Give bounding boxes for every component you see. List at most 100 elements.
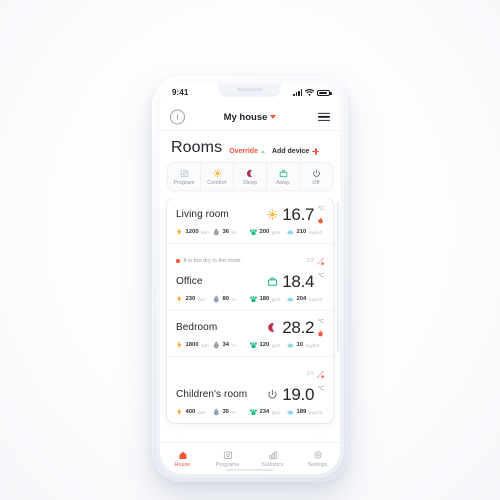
add-device-button[interactable]: Add device <box>271 148 320 155</box>
mode-program[interactable]: Program <box>168 163 201 190</box>
room-metric: 400 kwh <box>176 408 213 416</box>
metric-unit: ppm <box>271 296 281 302</box>
metric-unit: kwh <box>201 342 209 348</box>
cloud-icon <box>287 295 294 303</box>
metric-unit: mg/m3 <box>305 342 319 348</box>
screenshot-canvas: 9:41 i My house Rooms Override Add devic… <box>0 0 500 500</box>
nav-label: Statistics <box>261 462 284 469</box>
room-metric: 204 mg/m3 <box>287 295 324 303</box>
room-card[interactable]: Living room 16.7 °C 1200 kwh 36% 200 ppm 210 mg/m… <box>167 198 333 244</box>
notch <box>219 84 281 97</box>
page-title-row: Rooms Override Add device <box>160 131 340 162</box>
room-temperature-block[interactable]: 16.7 °C <box>267 206 324 223</box>
scrollbar[interactable] <box>337 202 339 352</box>
metric-unit: % <box>231 296 236 302</box>
room-name: Office <box>176 276 203 287</box>
power-icon <box>267 389 278 400</box>
warning-dot-icon <box>176 259 180 263</box>
override-button[interactable]: Override <box>229 148 265 155</box>
nav-label: Settings <box>307 462 328 469</box>
nav-label: Programs <box>215 462 240 469</box>
briefcase-icon <box>267 276 278 287</box>
alert-icon <box>317 365 324 383</box>
briefcase-icon <box>279 168 288 178</box>
metric-value: 180 <box>259 296 270 302</box>
co2-icon <box>250 408 257 416</box>
heating-flame-icon <box>318 329 323 336</box>
metric-unit: % <box>231 229 236 235</box>
mode-selector-bar: Program Comfort Sleep Away Off <box>167 162 333 191</box>
metric-unit: mg/m3 <box>308 296 323 302</box>
metric-value: 200 <box>259 229 270 235</box>
room-temperature-block[interactable]: 19.0 °C <box>267 386 324 403</box>
droplet-icon <box>213 408 220 416</box>
bolt-icon <box>176 408 183 416</box>
nav-item-statistics[interactable]: Statistics <box>250 450 295 469</box>
alert-indicator[interactable]: 1/2 <box>307 365 325 383</box>
room-name: Bedroom <box>176 322 218 333</box>
droplet-icon <box>213 341 220 349</box>
metric-unit: ppm <box>271 229 281 235</box>
metric-value: 234 <box>259 409 270 415</box>
room-card[interactable]: It is too dry in the room. 1/2 Office 18.4 °… <box>167 244 333 311</box>
room-metrics-row: 230 kwh 80% 180 ppm 204 mg/m3 <box>176 295 324 303</box>
room-header-row: Living room 16.7 °C <box>176 206 324 223</box>
metric-value: 210 <box>296 229 307 235</box>
sun-icon <box>212 168 222 178</box>
room-metric: 1800 kwh <box>176 341 213 349</box>
calendar-icon <box>180 168 189 178</box>
room-metric: 180 ppm <box>250 295 287 303</box>
warning-text: It is too dry in the room. <box>183 258 242 264</box>
mode-label: Sleep <box>242 180 258 186</box>
metric-value: 230 <box>185 296 196 302</box>
chevron-up-icon <box>260 150 265 153</box>
earpiece-speaker <box>237 88 263 91</box>
metric-unit: kwh <box>197 296 206 302</box>
alert-indicator[interactable]: 1/2 <box>307 252 325 270</box>
room-card-list[interactable]: Living room 16.7 °C 1200 kwh 36% 200 ppm 210 mg/m… <box>160 198 340 437</box>
degree-unit: °C <box>318 206 324 212</box>
mode-bar-wrap: Program Comfort Sleep Away Off <box>160 162 340 191</box>
room-metric: 80% <box>213 295 250 303</box>
battery-icon <box>317 89 332 96</box>
add-device-label: Add device <box>271 148 310 155</box>
mode-label: Comfort <box>207 180 227 186</box>
mode-away[interactable]: Away <box>267 163 300 190</box>
cloud-icon <box>287 408 294 416</box>
room-temperature-block[interactable]: 28.2 °C <box>267 319 324 336</box>
nav-item-settings[interactable]: Settings <box>295 450 340 469</box>
metric-value: 10 <box>296 342 304 348</box>
room-name: Children's room <box>176 389 248 400</box>
nav-item-programs[interactable]: Programs <box>205 450 250 469</box>
status-time: 9:41 <box>172 88 189 97</box>
room-metric: 120 ppm <box>250 341 287 349</box>
metric-value: 400 <box>185 409 196 415</box>
room-card[interactable]: 1/2 Children's room 19.0 °C 400 kwh 35% 234 ppm 1… <box>167 357 333 423</box>
room-header-row: Bedroom 28.2 °C <box>176 319 324 336</box>
plus-icon <box>312 148 320 155</box>
house-selector[interactable]: My house <box>224 112 277 123</box>
hamburger-menu-icon[interactable] <box>318 112 330 122</box>
metric-unit: kwh <box>197 409 206 415</box>
power-icon <box>312 168 321 178</box>
chevron-down-icon <box>270 115 277 119</box>
mode-off[interactable]: Off <box>300 163 332 190</box>
bolt-icon <box>176 341 183 349</box>
nav-item-house[interactable]: House <box>160 450 205 468</box>
gear-icon <box>313 450 323 461</box>
alert-icon <box>317 252 324 270</box>
room-header-row: Office 18.4 °C <box>176 273 324 290</box>
metric-value: 120 <box>259 342 270 348</box>
info-icon[interactable]: i <box>170 109 185 125</box>
room-metric: 1200 kwh <box>176 228 213 236</box>
status-bar: 9:41 <box>160 84 340 104</box>
override-label: Override <box>229 148 258 155</box>
room-temperature-block[interactable]: 18.4 °C <box>267 273 324 290</box>
room-header-row: Children's room 19.0 °C <box>176 386 324 403</box>
wifi-icon <box>305 89 314 96</box>
phone-screen: 9:41 i My house Rooms Override Add devic… <box>160 84 340 474</box>
metric-unit: ppm <box>271 342 281 348</box>
mode-sleep[interactable]: Sleep <box>234 163 267 190</box>
room-card[interactable]: Bedroom 28.2 °C 1800 kwh 34% 120 ppm 10 mg/m3 <box>167 311 333 357</box>
mode-comfort[interactable]: Comfort <box>201 163 234 190</box>
